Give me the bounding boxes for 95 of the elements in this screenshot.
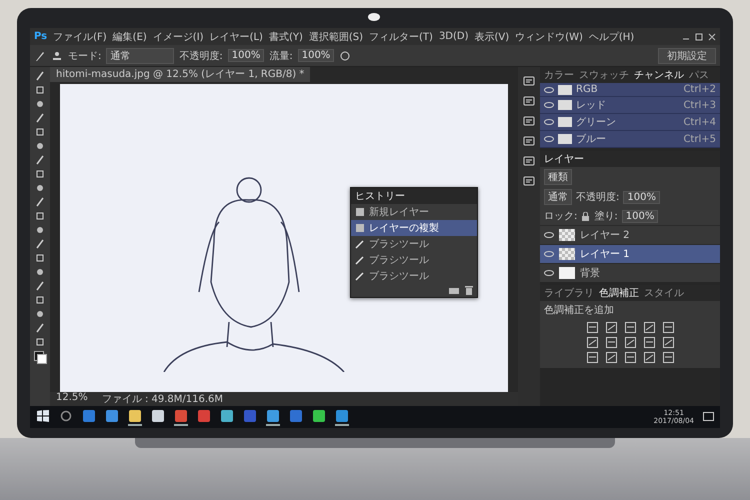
workspace-dropdown[interactable]: 初期設定	[658, 48, 716, 64]
blend-mode-dropdown[interactable]: 通常	[544, 189, 572, 205]
layer-thumbnail	[559, 229, 575, 241]
history-item[interactable]: ブラシツール	[351, 268, 477, 284]
opacity-field[interactable]: 100%	[623, 190, 660, 204]
taskbar-app-icon[interactable]	[174, 408, 188, 426]
filter-dropdown[interactable]: 種類	[544, 169, 572, 185]
menu-item[interactable]: レイヤー(L)	[210, 30, 263, 44]
adjustment-icon[interactable]	[662, 352, 674, 363]
adjustment-icon[interactable]	[606, 337, 616, 348]
layer-row[interactable]: 背景	[540, 263, 720, 282]
menu-item[interactable]: ヘルプ(H)	[588, 30, 634, 44]
adjustment-icon[interactable]	[644, 352, 654, 363]
lock-icon[interactable]	[581, 212, 590, 220]
panel-tab[interactable]: カラー	[544, 68, 574, 82]
channel-row[interactable]: グリーン Ctrl+4	[540, 114, 720, 131]
fill-field[interactable]: 100%	[622, 210, 658, 222]
flow-label: 流量:	[269, 50, 293, 62]
panel-tab[interactable]: チャンネル	[634, 68, 684, 82]
airbrush-icon[interactable]	[339, 50, 352, 62]
menu-item[interactable]: 編集(E)	[112, 30, 147, 44]
history-item[interactable]: 新規レイヤー	[351, 204, 477, 220]
panel-tab[interactable]: ライブラリ	[544, 286, 594, 300]
flow-field[interactable]: 100%	[298, 49, 334, 62]
channel-row[interactable]: ブルー Ctrl+5	[540, 131, 720, 148]
eye-icon[interactable]	[544, 136, 554, 142]
taskbar-app-icon[interactable]	[266, 408, 280, 426]
opacity-label: 不透明度:	[179, 50, 223, 62]
brush-preset-icon[interactable]	[51, 50, 63, 62]
adjustment-icon[interactable]	[606, 322, 616, 333]
adjustment-icon[interactable]	[624, 352, 636, 363]
menu-item[interactable]: 選択範囲(S)	[308, 30, 364, 44]
layer-thumbnail	[559, 248, 575, 260]
panel-icon[interactable]	[523, 115, 535, 127]
menu-item[interactable]: ウィンドウ(W)	[515, 30, 583, 44]
opacity-label: 不透明度:	[576, 190, 620, 204]
menu-item[interactable]: 書式(Y)	[268, 30, 303, 44]
adjustment-icon[interactable]	[606, 352, 616, 363]
history-item[interactable]: ブラシツール	[351, 236, 477, 252]
menu-item[interactable]: 表示(V)	[474, 30, 510, 44]
app-logo: Ps	[34, 31, 48, 42]
adjustment-icon[interactable]	[624, 337, 636, 348]
layer-row[interactable]: レイヤー 1	[540, 244, 720, 263]
zoom-status: 12.5%	[56, 392, 88, 405]
layer-thumbnail	[559, 267, 575, 279]
layers-title[interactable]: レイヤー	[544, 152, 584, 166]
document-tab[interactable]: hitomi-masuda.jpg @ 12.5% (レイヤー 1, RGB/8) *	[50, 67, 310, 82]
panel-icon[interactable]	[523, 95, 535, 107]
adjustment-icon[interactable]	[624, 322, 636, 333]
panel-tab[interactable]: 色調補正	[599, 286, 639, 300]
adjustment-icon[interactable]	[586, 352, 598, 363]
channel-thumbnail	[558, 134, 572, 144]
channel-thumbnail	[558, 84, 572, 94]
panel-tab[interactable]: パス	[689, 68, 709, 82]
mode-label: モード:	[68, 50, 102, 62]
adjustment-icon[interactable]	[644, 337, 654, 348]
webcam-icon	[368, 13, 380, 21]
menu-item[interactable]: 3D(D)	[438, 31, 469, 42]
panel-tab[interactable]: スウォッチ	[579, 68, 629, 82]
fill-label: 塗り:	[594, 210, 618, 223]
lock-label: ロック:	[544, 210, 578, 223]
adjustment-icon[interactable]	[662, 322, 674, 333]
panel-icon[interactable]	[523, 75, 535, 87]
channel-thumbnail	[558, 100, 572, 110]
notification-icon[interactable]	[703, 412, 714, 422]
menu-item[interactable]: フィルター(T)	[369, 30, 433, 44]
panel-tab[interactable]: スタイル	[644, 286, 684, 300]
panel-icon[interactable]	[523, 175, 535, 187]
history-item[interactable]: レイヤーの複製	[351, 220, 477, 236]
taskbar-app-icon[interactable]	[335, 408, 349, 426]
adjustment-icon[interactable]	[586, 322, 598, 333]
taskbar-app-icon[interactable]	[128, 408, 142, 426]
channel-thumbnail	[558, 117, 572, 127]
eye-icon[interactable]	[544, 232, 554, 238]
opacity-field[interactable]: 100%	[228, 49, 264, 62]
eye-icon[interactable]	[544, 251, 554, 257]
adjustment-icon[interactable]	[586, 337, 598, 348]
panel-icon[interactable]	[523, 155, 535, 167]
mode-dropdown[interactable]: 通常	[106, 48, 174, 64]
file-size-status: ファイル : 49.8M/116.6M	[102, 393, 224, 406]
adjustment-icon[interactable]	[644, 322, 654, 333]
adjustment-icon[interactable]	[662, 337, 674, 348]
menu-item[interactable]: ファイル(F)	[53, 30, 107, 44]
trash-icon[interactable]	[465, 286, 473, 295]
eye-icon[interactable]	[544, 270, 554, 276]
window-controls-icon[interactable]	[682, 32, 716, 40]
adjustments-heading: 色調補正を追加	[543, 304, 615, 318]
channel-row[interactable]: レッド Ctrl+3	[540, 97, 720, 114]
history-item[interactable]: ブラシツール	[351, 252, 477, 268]
color-swatch-icon[interactable]	[34, 351, 46, 363]
menu-item[interactable]: イメージ(I)	[152, 30, 204, 44]
panel-icon[interactable]	[523, 135, 535, 147]
eye-icon[interactable]	[544, 119, 554, 125]
channel-row[interactable]: RGB Ctrl+2	[540, 83, 720, 97]
brush-icon[interactable]	[34, 50, 46, 62]
